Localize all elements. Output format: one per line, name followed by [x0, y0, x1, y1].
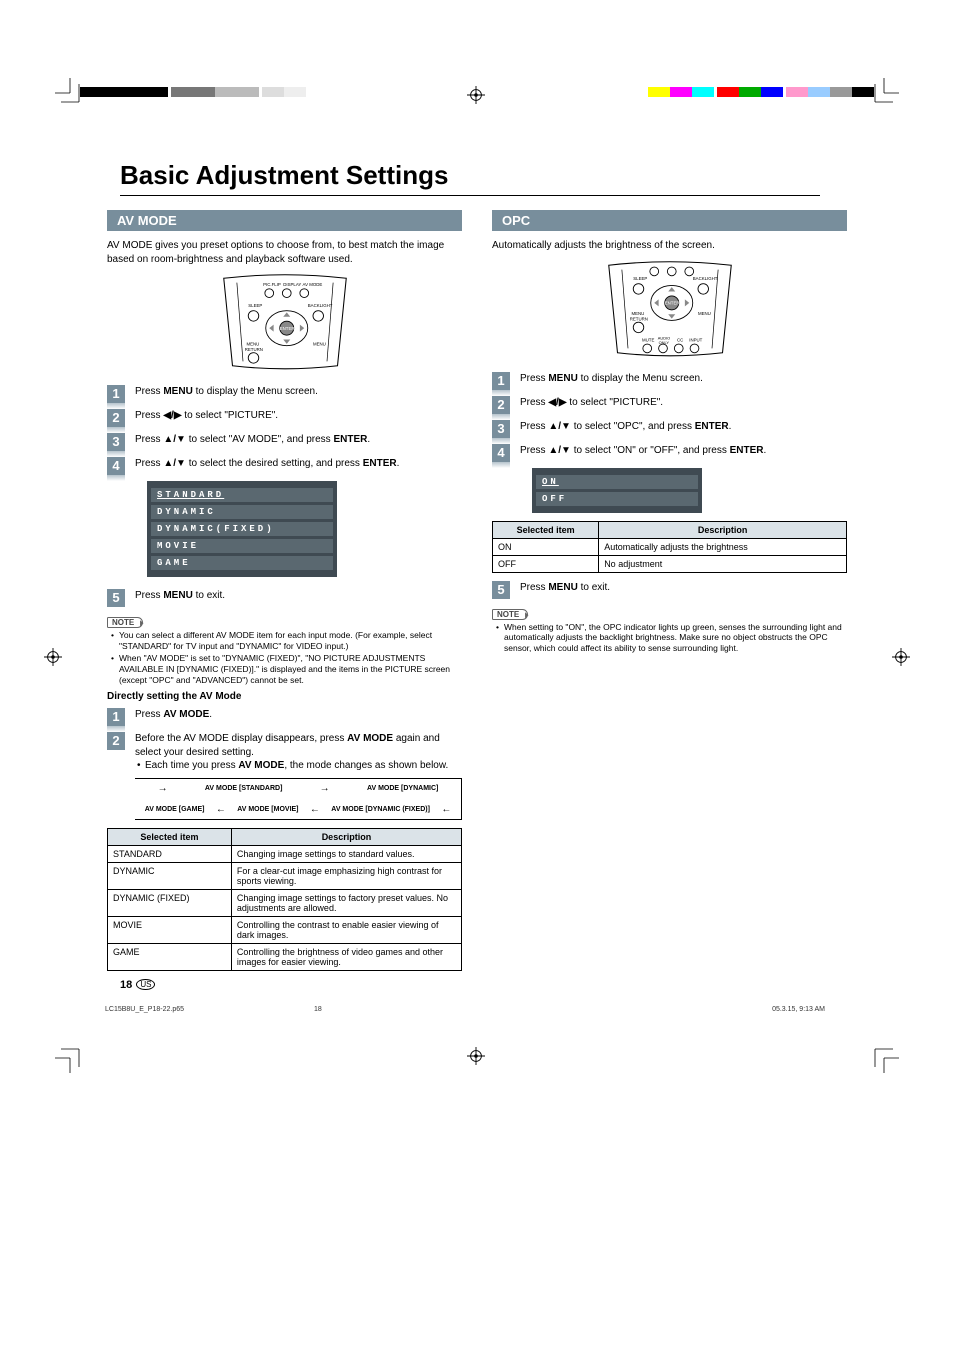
- step-2: 2 Press ◀/▶ to select "PICTURE".: [107, 409, 462, 427]
- svg-text:MENU: MENU: [698, 311, 711, 316]
- arrow-left-icon: ←: [216, 804, 226, 815]
- intro-avmode: AV MODE gives you preset options to choo…: [107, 239, 462, 266]
- table-row: OFFNo adjustment: [493, 555, 847, 572]
- svg-text:MUTE: MUTE: [642, 337, 654, 342]
- menu-item: OFF: [536, 492, 698, 506]
- lbl-menu-return: MENU: [246, 342, 259, 347]
- note-item: When setting to "ON", the OPC indicator …: [496, 622, 847, 654]
- table-row: STANDARDChanging image settings to stand…: [108, 846, 462, 863]
- menu-item: MOVIE: [151, 539, 333, 553]
- note-list-opc: When setting to "ON", the OPC indicator …: [492, 622, 847, 654]
- footer-page: 18: [314, 1006, 322, 1013]
- note-item: You can select a different AV MODE item …: [111, 630, 462, 651]
- svg-text:RETURN: RETURN: [244, 347, 262, 352]
- rstep-4: 4 Press ▲/▼ to select "ON" or "OFF", and…: [492, 444, 847, 462]
- subhead-direct: Directly setting the AV Mode: [107, 691, 462, 702]
- dstep-2: 2 Before the AV MODE display disappears,…: [107, 732, 462, 772]
- registration-target-right: [892, 648, 910, 666]
- registration-target-top: [467, 86, 485, 104]
- table-header: Selected item: [493, 521, 599, 538]
- table-header: Description: [599, 521, 847, 538]
- svg-text:MENU: MENU: [631, 311, 644, 316]
- lbl-picflip: PIC.FLIP: [263, 282, 281, 287]
- step-3: 3 Press ▲/▼ to select "AV MODE", and pre…: [107, 433, 462, 451]
- column-right: OPC Automatically adjusts the brightness…: [492, 150, 847, 971]
- table-avmode: Selected itemDescription STANDARDChangin…: [107, 828, 462, 971]
- arrow-left-icon: ←: [441, 804, 451, 815]
- registration-target-left: [44, 648, 62, 666]
- menu-item: ON: [536, 475, 698, 489]
- svg-text:SLEEP: SLEEP: [633, 276, 647, 281]
- lbl-backlight: BACKLIGHT: [307, 303, 332, 308]
- remote-svg-opc: SLEEP BACKLIGHT ENTER MENURETURN MENU MU…: [600, 259, 740, 359]
- title-rule: [120, 195, 820, 196]
- table-opc: Selected itemDescription ONAutomatically…: [492, 521, 847, 573]
- menu-item: DYNAMIC(FIXED): [151, 522, 333, 536]
- svg-text:CC: CC: [677, 337, 683, 342]
- footer-file: LC15B8U_E_P18-22.p65: [105, 1006, 184, 1013]
- rstep-2: 2 Press ◀/▶ to select "PICTURE".: [492, 396, 847, 414]
- osd-menu-avmode: STANDARD DYNAMIC DYNAMIC(FIXED) MOVIE GA…: [147, 481, 337, 577]
- svg-text:ENTER: ENTER: [664, 300, 679, 305]
- svg-text:RETURN: RETURN: [629, 316, 647, 321]
- step-4: 4 Press ▲/▼ to select the desired settin…: [107, 457, 462, 475]
- svg-text:INPUT: INPUT: [689, 337, 702, 342]
- section-header-avmode: AV MODE: [107, 210, 462, 231]
- note-list-avmode: You can select a different AV MODE item …: [107, 630, 462, 685]
- rstep-1: 1 Press MENU to display the Menu screen.: [492, 372, 847, 390]
- step-1: 1 Press MENU to display the Menu screen.: [107, 385, 462, 403]
- note-label: NOTE: [107, 617, 143, 628]
- registration-target-bottom: [467, 1047, 485, 1065]
- page-title: Basic Adjustment Settings: [120, 160, 448, 191]
- crop-mark-tr: [864, 78, 899, 113]
- footer-metadata: LC15B8U_E_P18-22.p65 18 05.3.15, 9:13 AM: [105, 1006, 845, 1013]
- rstep-3: 3 Press ▲/▼ to select "OPC", and press E…: [492, 420, 847, 438]
- cycle-diagram: → AV MODE [STANDARD] → AV MODE [DYNAMIC]…: [135, 778, 462, 820]
- table-row: DYNAMIC (FIXED)Changing image settings t…: [108, 890, 462, 917]
- page-number: 18 US: [120, 979, 155, 991]
- menu-item: GAME: [151, 556, 333, 570]
- table-row: GAMEControlling the brightness of video …: [108, 944, 462, 971]
- color-bars-left: [80, 87, 306, 100]
- intro-opc: Automatically adjusts the brightness of …: [492, 239, 847, 253]
- region-badge: US: [136, 979, 155, 990]
- osd-menu-opc: ON OFF: [532, 468, 702, 513]
- lbl-display: DISPLAY: [283, 282, 301, 287]
- rstep-5: 5 Press MENU to exit.: [492, 581, 847, 599]
- note-item: When "AV MODE" is set to "DYNAMIC (FIXED…: [111, 653, 462, 685]
- arrow-right-icon: →: [158, 783, 168, 794]
- menu-item: STANDARD: [151, 488, 333, 502]
- table-header: Selected item: [108, 829, 232, 846]
- table-row: ONAutomatically adjusts the brightness: [493, 538, 847, 555]
- crop-mark-bl: [55, 1038, 90, 1073]
- note-label-opc: NOTE: [492, 609, 528, 620]
- lbl-avmode: AV MODE: [302, 282, 322, 287]
- remote-svg-avmode: PIC.FLIP DISPLAY AV MODE SLEEP BACKLIGHT…: [215, 272, 355, 372]
- sub-bullet: Each time you press AV MODE, the mode ch…: [135, 759, 462, 772]
- table-row: DYNAMICFor a clear-cut image emphasizing…: [108, 863, 462, 890]
- section-header-opc: OPC: [492, 210, 847, 231]
- svg-text:BACKLIGHT: BACKLIGHT: [692, 276, 717, 281]
- arrow-left-icon: ←: [310, 804, 320, 815]
- lbl-enter: ENTER: [279, 326, 294, 331]
- dstep-1: 1 Press AV MODE.: [107, 708, 462, 726]
- crop-mark-br: [864, 1038, 899, 1073]
- lbl-sleep: SLEEP: [248, 303, 262, 308]
- column-left: AV MODE AV MODE gives you preset options…: [107, 150, 462, 971]
- table-row: MOVIEControlling the contrast to enable …: [108, 917, 462, 944]
- page-content: AV MODE AV MODE gives you preset options…: [107, 0, 847, 971]
- lbl-menu: MENU: [313, 342, 326, 347]
- table-header: Description: [231, 829, 461, 846]
- menu-item: DYNAMIC: [151, 505, 333, 519]
- crop-mark-tl: [55, 78, 90, 113]
- step-num-1: 1: [107, 385, 125, 403]
- footer-timestamp: 05.3.15, 9:13 AM: [772, 1006, 825, 1013]
- remote-figure-opc: SLEEP BACKLIGHT ENTER MENURETURN MENU MU…: [492, 259, 847, 362]
- remote-figure-avmode: PIC.FLIP DISPLAY AV MODE SLEEP BACKLIGHT…: [107, 272, 462, 375]
- arrow-right-icon: →: [320, 783, 330, 794]
- step-5: 5 Press MENU to exit.: [107, 589, 462, 607]
- color-bars-right: [648, 87, 874, 100]
